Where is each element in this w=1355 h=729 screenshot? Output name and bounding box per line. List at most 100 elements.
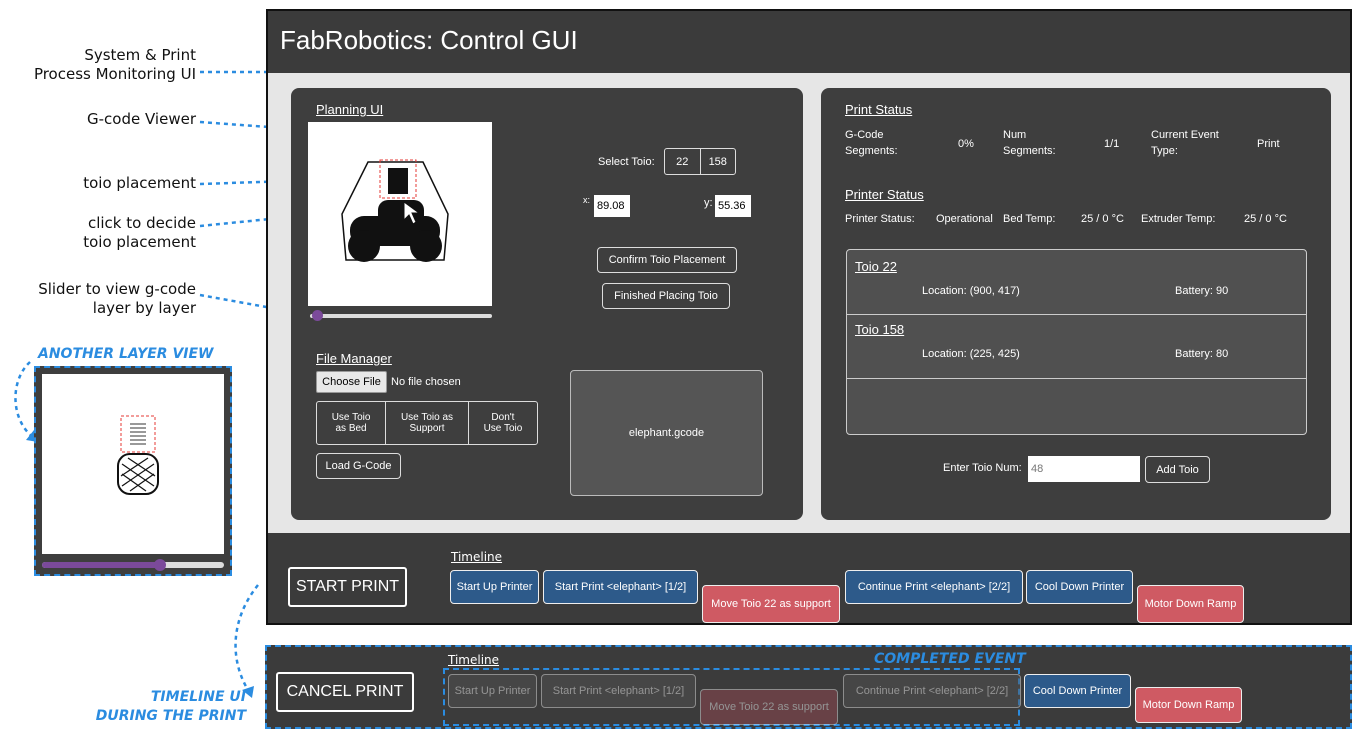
- timeline-cool-down-printer[interactable]: Cool Down Printer: [1026, 570, 1133, 604]
- toio-option-22[interactable]: 22: [665, 149, 701, 174]
- cancel-print-button[interactable]: CANCEL PRINT: [276, 672, 414, 712]
- annotation-toio-placement: toio placement: [83, 174, 196, 192]
- completed-move-toio-22: Move Toio 22 as support: [700, 689, 838, 725]
- use-toio-as-support-line2: Support: [409, 423, 445, 434]
- timeline-continue-print-2[interactable]: Continue Print <elephant> [2/2]: [845, 570, 1023, 604]
- another-layer-slider-fill: [42, 562, 161, 568]
- timeline-motor-down-ramp[interactable]: Motor Down Ramp: [1137, 585, 1244, 623]
- use-toio-as-bed-option[interactable]: Use Toio as Bed: [317, 402, 387, 444]
- annotation-slider-line1: Slider to view g-code: [38, 280, 196, 298]
- dont-use-toio-line2: Use Toio: [483, 423, 523, 434]
- layer-slider[interactable]: [310, 310, 492, 321]
- timeline-label: Timeline: [451, 550, 503, 564]
- annotation-monitoring: System & Print Process Monitoring UI: [10, 46, 196, 84]
- extruder-temp-label: Extruder Temp:: [1141, 213, 1216, 225]
- completed-event-label: COMPLETED EVENT: [874, 651, 1026, 667]
- toio-22-battery: Battery: 90: [1175, 285, 1229, 297]
- another-layer-slider[interactable]: [42, 559, 224, 571]
- use-toio-as-bed-line1: Use Toio: [331, 412, 371, 423]
- status-panel: Print Status G-Code Segments: 0% Num Seg…: [821, 88, 1331, 520]
- annotation-click-line1: click to decide: [87, 214, 196, 232]
- timeline-start-print-1[interactable]: Start Print <elephant> [1/2]: [543, 570, 698, 604]
- pending-motor-down-ramp[interactable]: Motor Down Ramp: [1135, 687, 1242, 723]
- app-title: FabRobotics: Control GUI: [280, 25, 578, 55]
- toio-list-item-22[interactable]: Toio 22 Location: (900, 417) Battery: 90: [847, 250, 1306, 315]
- timeline-during-print: Timeline COMPLETED EVENT CANCEL PRINT St…: [265, 645, 1352, 729]
- bed-temp-label: Bed Temp:: [1003, 213, 1056, 225]
- toio-option-158[interactable]: 158: [701, 149, 736, 174]
- file-manager-label: File Manager: [316, 351, 392, 366]
- enter-toio-num-label: Enter Toio Num:: [943, 462, 1022, 474]
- gcode-viewer[interactable]: [308, 122, 492, 306]
- another-layer-gcode-preview: [117, 415, 159, 495]
- annotation-slider: Slider to view g-code layer by layer: [0, 280, 196, 318]
- gcode-segments-line1: G-Code: [845, 129, 884, 141]
- select-toio-label: Select Toio:: [598, 156, 655, 168]
- completed-start-print-1: Start Print <elephant> [1/2]: [541, 674, 696, 708]
- gcode-segments-line2: Segments:: [845, 145, 898, 157]
- gcode-file-drop-area[interactable]: elephant.gcode: [570, 370, 763, 496]
- timeline-start-up-printer[interactable]: Start Up Printer: [450, 570, 539, 604]
- bed-temp-value: 25 / 0 °C: [1081, 213, 1124, 225]
- use-toio-as-bed-line2: as Bed: [335, 423, 367, 434]
- num-segments-line1: Num: [1003, 129, 1027, 141]
- toio-list-item-158[interactable]: Toio 158 Location: (225, 425) Battery: 8…: [847, 314, 1306, 379]
- load-gcode-button[interactable]: Load G-Code: [316, 453, 401, 479]
- gcode-file-name: elephant.gcode: [628, 427, 705, 439]
- toio-158-name: Toio 158: [855, 322, 905, 337]
- printer-status-value: Operational: [936, 213, 993, 225]
- completed-start-up-printer: Start Up Printer: [448, 674, 537, 708]
- gcode-segments-value: 0%: [958, 138, 974, 150]
- annotation-gcode-viewer: G-code Viewer: [87, 110, 196, 128]
- num-segments-value: 1/1: [1104, 138, 1120, 150]
- control-gui-window: FabRobotics: Control GUI Planning UI Sel…: [266, 9, 1352, 625]
- annotation-timeline-line2: DURING THE PRINT: [95, 708, 246, 724]
- toio-158-location: Location: (225, 425): [922, 348, 1020, 360]
- annotation-timeline-ui: TIMELINE UI DURING THE PRINT: [70, 688, 246, 726]
- planning-ui-label: Planning UI: [316, 102, 384, 117]
- annotation-click-to-decide: click to decide toio placement: [10, 214, 196, 252]
- timeline-move-toio-22[interactable]: Move Toio 22 as support: [702, 585, 840, 623]
- toio-list: Toio 22 Location: (900, 417) Battery: 90…: [846, 249, 1307, 435]
- toio-22-name: Toio 22: [855, 259, 897, 274]
- dont-use-toio-option[interactable]: Don't Use Toio: [469, 402, 537, 444]
- annotation-monitoring-line2: Process Monitoring UI: [33, 65, 196, 83]
- toio-22-location: Location: (900, 417): [922, 285, 1020, 297]
- toio-usage-options: Use Toio as Bed Use Toio as Support Don'…: [316, 401, 538, 445]
- planning-panel: Planning UI Select Toio: 22 158 x: 89.08…: [291, 88, 803, 520]
- choose-file-button[interactable]: Choose File: [316, 371, 387, 393]
- dont-use-toio-line1: Don't: [491, 412, 515, 423]
- y-label: y:: [704, 197, 713, 209]
- finished-placing-toio-button[interactable]: Finished Placing Toio: [602, 283, 730, 309]
- num-segments-line2: Segments:: [1003, 145, 1056, 157]
- current-event-line2: Type:: [1151, 145, 1178, 157]
- printer-status-label: Printer Status: [845, 187, 924, 202]
- toio-158-battery: Battery: 80: [1175, 348, 1229, 360]
- annotation-slider-line2: layer by layer: [92, 299, 196, 317]
- current-event-line1: Current Event: [1151, 129, 1219, 141]
- annotation-monitoring-line1: System & Print: [84, 46, 196, 64]
- print-status-label: Print Status: [845, 102, 913, 117]
- y-input[interactable]: 55.36: [715, 195, 751, 217]
- start-print-button[interactable]: START PRINT: [288, 567, 407, 607]
- num-segments-label: Num Segments:: [1003, 127, 1056, 159]
- printer-status-field: Printer Status:: [845, 213, 915, 225]
- another-layer-slider-thumb[interactable]: [154, 559, 167, 571]
- use-toio-as-support-line1: Use Toio as: [400, 412, 454, 423]
- add-toio-button[interactable]: Add Toio: [1145, 456, 1210, 483]
- annotation-timeline-line1: TIMELINE UI: [150, 689, 246, 705]
- confirm-toio-placement-button[interactable]: Confirm Toio Placement: [597, 247, 737, 273]
- extruder-temp-value: 25 / 0 °C: [1244, 213, 1287, 225]
- timeline-label-during-print: Timeline: [448, 653, 500, 667]
- completed-continue-print-2: Continue Print <elephant> [2/2]: [843, 674, 1021, 708]
- pending-cool-down-printer[interactable]: Cool Down Printer: [1024, 674, 1131, 708]
- gcode-segments-label: G-Code Segments:: [845, 127, 898, 159]
- another-layer-view: [34, 366, 232, 576]
- select-toio-group: 22 158: [664, 148, 736, 175]
- current-event-value: Print: [1257, 138, 1280, 150]
- use-toio-as-support-option[interactable]: Use Toio as Support: [386, 402, 469, 444]
- layer-slider-thumb[interactable]: [311, 310, 323, 321]
- gcode-viewer-canvas: [341, 159, 449, 262]
- x-input[interactable]: 89.08: [594, 195, 630, 217]
- toio-num-input[interactable]: 48: [1028, 456, 1140, 482]
